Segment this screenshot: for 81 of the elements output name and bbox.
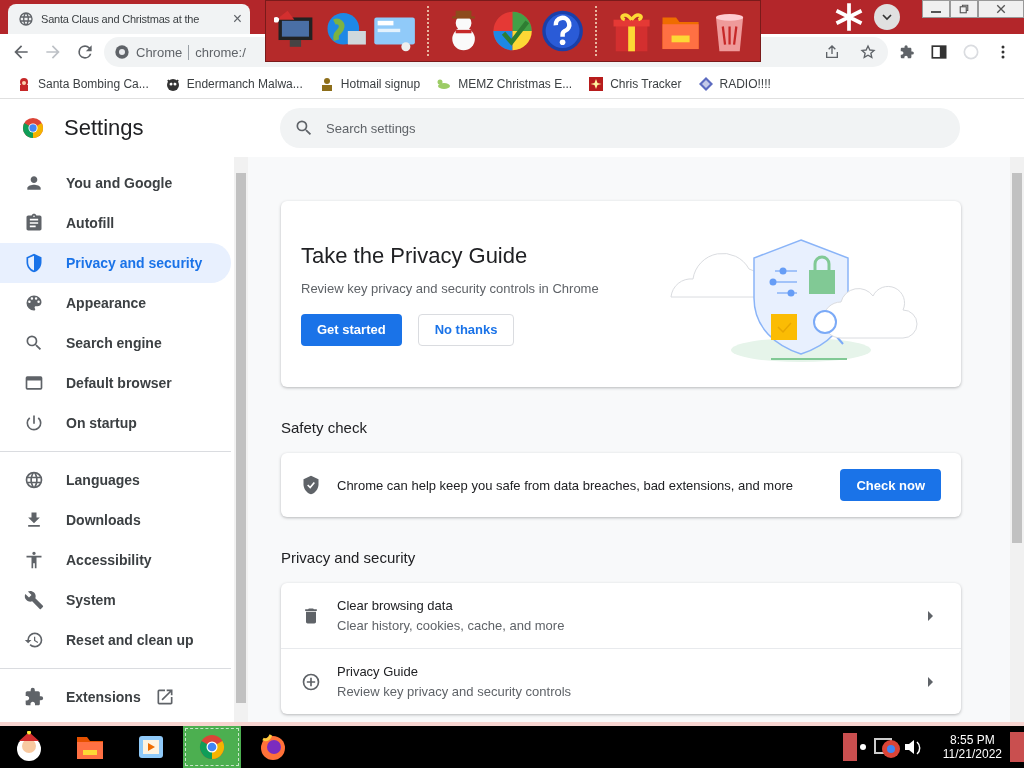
sidebar-item[interactable]: Default browser <box>0 363 231 403</box>
get-started-button[interactable]: Get started <box>301 313 402 346</box>
url-text: chrome:/ <box>195 44 246 60</box>
snowflake-icon <box>834 2 864 32</box>
card-title: Take the Privacy Guide <box>301 242 529 269</box>
row-subtitle: Clear history, cookies, cache, and more <box>337 618 566 633</box>
wrench-icon <box>24 590 44 610</box>
row-subtitle: Review key privacy and security controls <box>337 684 573 699</box>
chrome-logo-icon <box>22 117 44 139</box>
row-title: Privacy Guide <box>337 664 419 679</box>
check-now-button[interactable]: Check now <box>840 469 941 501</box>
bookmark-label: RADIO!!!! <box>719 77 771 91</box>
restore-button[interactable] <box>950 0 978 18</box>
star-icon <box>588 76 605 92</box>
safety-check-text: Chrome can help keep you safe from data breaches, bad extensions, and more <box>337 477 794 493</box>
bookmark-star-icon[interactable] <box>860 44 876 60</box>
site-name: Chrome <box>136 44 190 60</box>
globe-icon <box>18 11 34 27</box>
bookmark-label: Chris Tracker <box>610 77 682 91</box>
bookmark-label: Santa Bombing Ca... <box>38 77 149 91</box>
sidebar-item[interactable]: Downloads <box>0 500 231 540</box>
accessibility-icon <box>24 550 44 570</box>
bookmark-label: Endermanch Malwa... <box>186 77 303 91</box>
minimize-icon <box>931 11 941 13</box>
caret-icon <box>928 676 933 687</box>
sidebar-item[interactable]: Languages <box>0 460 231 500</box>
puzzle-piece-icon <box>24 687 44 707</box>
section-heading: Safety check <box>281 419 368 436</box>
bookmark[interactable]: Chris Tracker <box>588 76 682 92</box>
settings-row[interactable]: Clear browsing data Clear history, cookies, cache, and more <box>281 583 961 648</box>
bookmark-label: MEMZ Christmas E... <box>458 77 573 91</box>
tab-close-button[interactable]: × <box>232 10 242 28</box>
history-icon <box>24 630 44 650</box>
scrollbar[interactable] <box>234 157 248 722</box>
settings-row[interactable]: Privacy Guide Review key privacy and security controls <box>281 648 961 714</box>
browser-tab[interactable]: Santa Claus and Christmas at the × <box>8 4 250 34</box>
sidebar-item[interactable]: System <box>0 580 231 620</box>
clock-date: 11/21/2022 <box>942 747 1002 761</box>
search-icon <box>294 118 314 138</box>
bookmark[interactable]: RADIO!!!! <box>697 76 771 92</box>
cat-face-icon <box>164 76 181 92</box>
close-icon <box>995 3 1007 15</box>
sidebar-item[interactable]: Search engine <box>0 323 231 363</box>
clipboard-icon <box>24 213 44 233</box>
minimize-button[interactable] <box>922 0 950 18</box>
section-heading: Privacy and security <box>281 549 417 566</box>
bookmark[interactable]: Endermanch Malwa... <box>164 76 303 92</box>
tab-title: Santa Claus and Christmas at the <box>41 13 201 25</box>
sidebar-item[interactable]: Reset and clean up <box>0 620 231 660</box>
sidebar-item[interactable]: You and Google <box>0 163 231 203</box>
palette-icon <box>24 293 44 313</box>
diamond-icon <box>697 76 714 92</box>
sidebar-item[interactable]: Appearance <box>0 283 231 323</box>
shield-check-icon <box>301 475 321 495</box>
card-description: Review key privacy and security controls in Chrome <box>301 280 600 296</box>
bookmark-label: Hotmail signup <box>340 77 421 91</box>
bookmark[interactable]: Hotmail signup <box>318 76 421 92</box>
bookmark[interactable]: MEMZ Christmas E... <box>436 76 573 92</box>
sidebar-item[interactable]: Accessibility <box>0 540 231 580</box>
dismiss-button[interactable]: No thanks <box>417 313 515 346</box>
shield-icon <box>24 253 44 273</box>
row-title: Clear browsing data <box>337 598 454 613</box>
tab-search-button[interactable] <box>874 4 900 30</box>
scrollbar[interactable] <box>1010 157 1024 722</box>
power-icon <box>24 413 44 433</box>
sidebar-item[interactable]: Autofill <box>0 203 231 243</box>
globe-icon <box>24 470 44 490</box>
chrome-logo-icon <box>114 44 130 60</box>
share-icon[interactable] <box>824 44 840 60</box>
search-field[interactable]: Search settings <box>280 108 960 148</box>
browser-window-icon <box>24 373 44 393</box>
clock[interactable]: 8:55 PM 11/21/2022 <box>938 733 1006 761</box>
sidebar-item[interactable]: On startup <box>0 403 231 443</box>
search-icon <box>24 333 44 353</box>
caret-icon <box>928 610 933 621</box>
page-title: Settings <box>64 115 144 141</box>
sidebar-item[interactable]: Extensions <box>0 677 231 717</box>
clock-time: 8:55 PM <box>950 733 995 747</box>
bookmark[interactable]: Santa Bombing Ca... <box>16 76 149 92</box>
sidebar-item[interactable]: Privacy and security <box>0 243 231 283</box>
restore-icon <box>958 3 970 15</box>
